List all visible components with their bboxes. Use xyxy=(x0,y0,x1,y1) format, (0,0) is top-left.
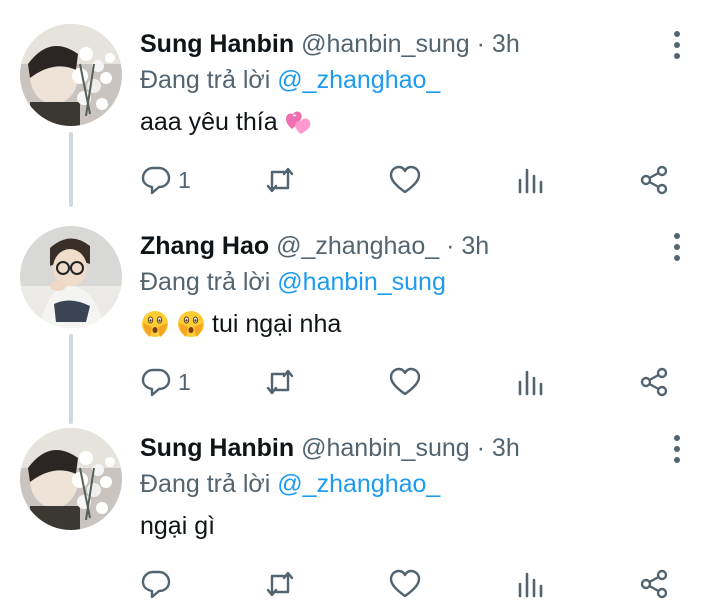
display-name[interactable]: Zhang Hao xyxy=(140,232,269,260)
avatar[interactable] xyxy=(20,24,122,126)
replying-to: Đang trả lời @hanbin_sung xyxy=(140,264,446,300)
reply-button[interactable] xyxy=(140,564,178,604)
mention-link[interactable]: @_zhanghao_ xyxy=(277,66,440,94)
replying-label: Đang trả lời xyxy=(140,470,271,498)
mention-link[interactable]: @hanbin_sung xyxy=(277,268,446,296)
user-handle[interactable]: @_zhanghao_ xyxy=(276,232,439,260)
avatar[interactable] xyxy=(20,226,122,328)
tweet-header: Zhang Hao @_zhanghao_ · 3h xyxy=(140,228,489,264)
retweet-icon xyxy=(266,571,294,597)
more-options-button[interactable] xyxy=(666,230,688,264)
analytics-button[interactable] xyxy=(515,564,547,604)
avatar[interactable] xyxy=(20,428,122,530)
tweet-text-content: ngại gì xyxy=(140,512,216,540)
tweet-header: Sung Hanbin @hanbin_sung · 3h xyxy=(140,430,520,466)
heart-icon xyxy=(389,569,421,598)
face-hand-over-mouth-emoji xyxy=(178,311,204,337)
display-name[interactable]: Sung Hanbin xyxy=(140,30,294,58)
more-options-button[interactable] xyxy=(666,432,688,466)
tweet-text: ngại gì xyxy=(140,508,215,544)
timestamp[interactable]: 3h xyxy=(492,30,520,58)
timestamp[interactable]: 3h xyxy=(461,232,489,260)
reply-tweet[interactable]: Zhang Hao @_zhanghao_ · 3h Đang trả lời … xyxy=(0,202,720,402)
heart-icon xyxy=(389,367,421,396)
action-bar xyxy=(0,564,720,604)
retweet-button[interactable] xyxy=(264,564,296,604)
retweet-button[interactable] xyxy=(264,160,296,200)
reply-count: 1 xyxy=(178,368,191,395)
heart-icon xyxy=(389,165,421,194)
user-handle[interactable]: @hanbin_sung xyxy=(301,30,470,58)
separator-dot: · xyxy=(476,434,485,462)
retweet-button[interactable] xyxy=(264,362,296,402)
tweet-text: tui ngại nha xyxy=(140,306,341,342)
face-hand-over-mouth-emoji xyxy=(142,311,168,337)
like-button[interactable] xyxy=(389,362,421,402)
reply-icon xyxy=(141,368,171,397)
tweet-text-content: aaa yêu thía xyxy=(140,108,278,136)
share-icon xyxy=(640,165,668,195)
like-button[interactable] xyxy=(389,564,421,604)
tweet-text-content: tui ngại nha xyxy=(212,310,342,338)
reply-tweet[interactable]: Sung Hanbin @hanbin_sung · 3h Đang trả l… xyxy=(0,404,720,604)
stats-icon xyxy=(518,572,543,598)
separator-dot: · xyxy=(446,232,455,260)
timestamp[interactable]: 3h xyxy=(492,434,520,462)
mention-link[interactable]: @_zhanghao_ xyxy=(277,470,440,498)
share-button[interactable] xyxy=(638,362,670,402)
like-button[interactable] xyxy=(389,160,421,200)
retweet-icon xyxy=(266,369,294,395)
reply-icon xyxy=(141,570,171,599)
replying-to: Đang trả lời @_zhanghao_ xyxy=(140,62,440,98)
separator-dot: · xyxy=(476,30,485,58)
reply-count: 1 xyxy=(178,166,191,193)
analytics-button[interactable] xyxy=(515,362,547,402)
replying-label: Đang trả lời xyxy=(140,66,271,94)
more-icon xyxy=(674,435,680,441)
more-options-button[interactable] xyxy=(666,28,688,62)
action-bar: 1 xyxy=(0,160,720,200)
share-button[interactable] xyxy=(638,564,670,604)
replying-to: Đang trả lời @_zhanghao_ xyxy=(140,466,440,502)
stats-icon xyxy=(518,370,543,396)
reply-button[interactable]: 1 xyxy=(140,160,191,200)
display-name[interactable]: Sung Hanbin xyxy=(140,434,294,462)
action-bar: 1 xyxy=(0,362,720,402)
user-handle[interactable]: @hanbin_sung xyxy=(301,434,470,462)
share-icon xyxy=(640,367,668,397)
share-button[interactable] xyxy=(638,160,670,200)
retweet-icon xyxy=(266,167,294,193)
tweet-text: aaa yêu thía xyxy=(140,104,314,140)
more-icon xyxy=(674,31,680,37)
share-icon xyxy=(640,569,668,599)
reply-icon xyxy=(141,166,171,195)
tweet-header: Sung Hanbin @hanbin_sung · 3h xyxy=(140,26,520,62)
reply-tweet[interactable]: Sung Hanbin @hanbin_sung · 3h Đang trả l… xyxy=(0,0,720,200)
more-icon xyxy=(674,233,680,239)
stats-icon xyxy=(518,168,543,194)
two-hearts-emoji xyxy=(285,111,310,134)
replying-label: Đang trả lời xyxy=(140,268,271,296)
reply-button[interactable]: 1 xyxy=(140,362,191,402)
analytics-button[interactable] xyxy=(515,160,547,200)
